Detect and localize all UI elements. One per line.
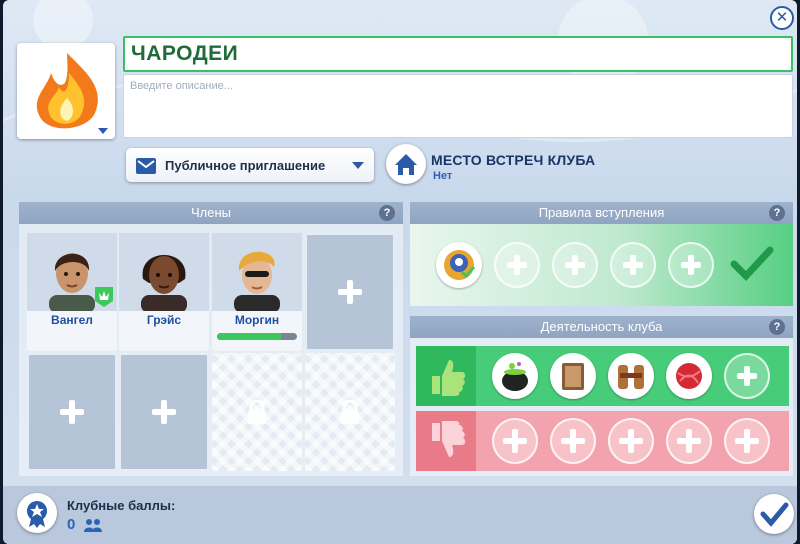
members-panel-header: Члены ? — [19, 202, 403, 224]
invite-type-label: Публичное приглашение — [165, 157, 326, 173]
activity-slot[interactable] — [550, 353, 596, 399]
locked-member-slot — [305, 353, 395, 471]
plus-icon — [60, 400, 84, 424]
member-card[interactable]: Грэйс — [119, 233, 209, 351]
plus-icon — [507, 255, 527, 275]
avatar — [212, 233, 302, 311]
checkmark-icon — [730, 246, 774, 282]
invite-type-dropdown[interactable]: Публичное приглашение — [126, 148, 374, 182]
plus-icon — [623, 255, 643, 275]
add-rule-button[interactable] — [494, 242, 540, 288]
thumbs-up-icon — [416, 346, 476, 406]
venue-title: Место встреч клуба — [431, 152, 596, 168]
add-member-button[interactable] — [119, 353, 209, 471]
lock-icon — [341, 399, 359, 424]
add-rule-button[interactable] — [552, 242, 598, 288]
rule-slot[interactable] — [436, 242, 482, 288]
activity-slot[interactable] — [608, 353, 654, 399]
club-icon-picker[interactable] — [17, 43, 115, 139]
chevron-down-icon — [352, 161, 364, 169]
activity-title: Деятельность клуба — [540, 319, 663, 334]
plus-icon — [561, 429, 585, 453]
checkmark-icon — [760, 502, 789, 527]
cauldron-icon — [502, 362, 528, 391]
club-description-input[interactable] — [123, 74, 793, 138]
help-icon[interactable]: ? — [769, 205, 785, 221]
members-panel: Члены ? Вангел Грэйс Моргин — [19, 202, 403, 476]
club-points-value: 0 — [67, 516, 76, 533]
flame-icon — [36, 53, 98, 129]
admission-rules-panel: Правила вступления ? — [410, 202, 793, 306]
yarn-icon — [676, 363, 702, 389]
member-name: Грэйс — [146, 313, 182, 327]
locked-member-slot — [212, 353, 302, 471]
rules-panel-header: Правила вступления ? — [410, 202, 793, 224]
rules-title: Правила вступления — [538, 205, 665, 220]
activity-slot[interactable] — [666, 353, 712, 399]
confirm-button[interactable] — [754, 494, 794, 534]
activity-slot[interactable] — [492, 353, 538, 399]
member-name: Моргин — [234, 313, 280, 327]
wizard-rule-icon — [444, 250, 476, 280]
wood-icon — [618, 365, 644, 389]
member-progress-bar — [217, 333, 297, 340]
members-title: Члены — [190, 205, 231, 220]
add-member-button[interactable] — [27, 353, 117, 471]
club-leader-icon — [95, 287, 113, 307]
add-disliked-activity-button[interactable] — [608, 418, 654, 464]
add-liked-activity-button[interactable] — [724, 353, 770, 399]
plus-icon — [619, 429, 643, 453]
help-icon[interactable]: ? — [379, 205, 395, 221]
member-card[interactable]: Моргин — [212, 233, 302, 351]
close-button[interactable]: ✕ — [770, 6, 794, 30]
add-disliked-activity-button[interactable] — [724, 418, 770, 464]
club-points-label: Клубные баллы: — [67, 498, 176, 513]
member-card[interactable]: Вангел — [27, 233, 117, 351]
activity-panel-header: Деятельность клуба ? — [410, 316, 793, 338]
liked-activities-row — [416, 346, 789, 406]
plus-icon — [677, 429, 701, 453]
plus-icon — [503, 429, 527, 453]
add-disliked-activity-button[interactable] — [492, 418, 538, 464]
club-name-input[interactable] — [123, 36, 793, 72]
plus-icon — [152, 400, 176, 424]
club-points-badge[interactable] — [17, 493, 57, 533]
group-icon — [84, 519, 102, 532]
book-icon — [562, 363, 584, 390]
rules-body — [410, 224, 793, 306]
envelope-icon — [136, 158, 156, 174]
plus-icon — [737, 366, 757, 386]
thumbs-down-icon — [416, 411, 476, 471]
plus-icon — [338, 280, 362, 304]
member-name: Вангел — [51, 313, 93, 327]
help-icon[interactable]: ? — [769, 319, 785, 335]
venue-value: Нет — [433, 170, 453, 182]
avatar — [27, 233, 117, 311]
star-badge-icon — [27, 501, 47, 528]
add-member-button[interactable] — [305, 233, 395, 351]
footer-bar — [3, 486, 797, 544]
chevron-down-icon — [98, 128, 108, 134]
add-rule-button[interactable] — [610, 242, 656, 288]
plus-icon — [735, 429, 759, 453]
lock-icon — [248, 399, 266, 424]
club-activity-panel: Деятельность клуба ? — [410, 316, 793, 476]
add-rule-button[interactable] — [668, 242, 714, 288]
disliked-activities-row — [416, 411, 789, 471]
home-icon — [395, 154, 417, 175]
venue-button[interactable] — [386, 144, 426, 184]
add-disliked-activity-button[interactable] — [666, 418, 712, 464]
plus-icon — [681, 255, 701, 275]
club-dialog: ✕ Публичное приглашение Место встреч клу… — [3, 0, 797, 544]
avatar — [119, 233, 209, 311]
add-disliked-activity-button[interactable] — [550, 418, 596, 464]
plus-icon — [565, 255, 585, 275]
